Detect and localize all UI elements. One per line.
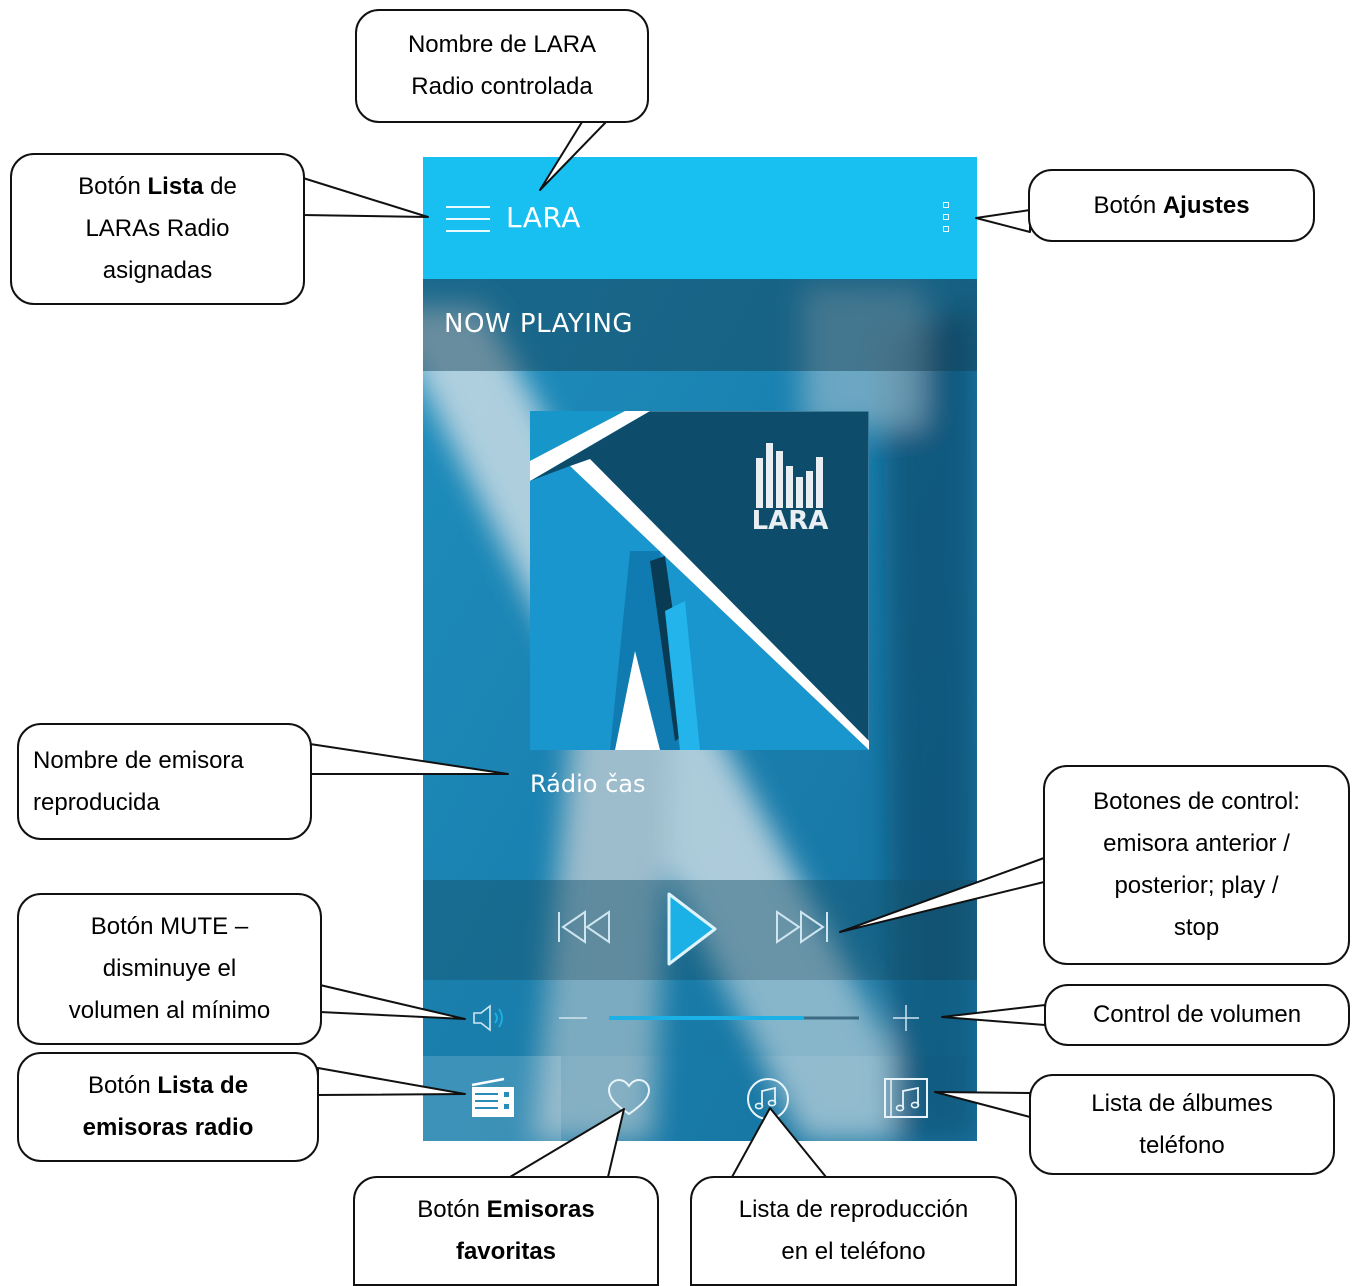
callout-phone-albums: Lista de álbumes teléfono <box>1029 1074 1335 1175</box>
callout-radio-name: Nombre de LARA Radio controlada <box>355 9 649 123</box>
callout-list-button: Botón Lista de LARAs Radio asignadas <box>10 153 305 305</box>
callout-mute-button: Botón MUTE – disminuye el volumen al mínim… <box>17 893 322 1045</box>
callout-station-name: Nombre de emisora reproducida <box>17 723 312 840</box>
callout-control-buttons: Botones de control: emisora anterior / pos… <box>1043 765 1350 965</box>
callout-volume-control: Control de volumen <box>1044 984 1350 1046</box>
callout-favorites-button: Botón Emisoras favoritas <box>353 1176 659 1286</box>
callout-phone-playlist: Lista de reproducción en el teléfono <box>690 1176 1017 1286</box>
callout-settings-button: Botón Ajustes <box>1028 169 1315 242</box>
callout-radio-list-button: Botón Lista de emisoras radio <box>17 1052 319 1162</box>
